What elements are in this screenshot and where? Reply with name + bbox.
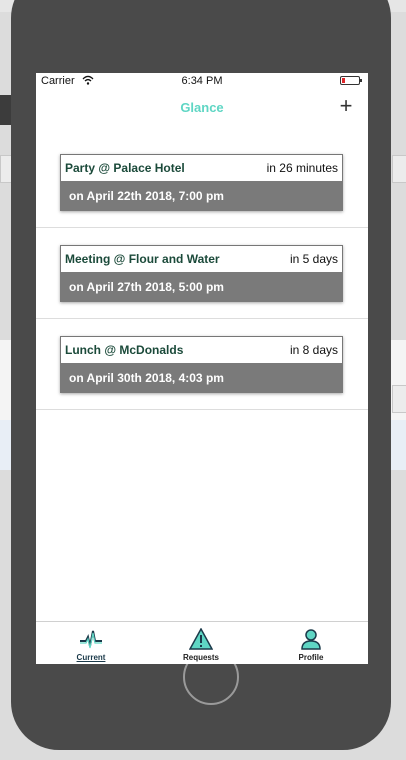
tab-current[interactable]: Current	[36, 622, 146, 664]
tab-label: Current	[76, 653, 106, 662]
event-list: Party @ Palace Hotel in 26 minutes on Ap…	[36, 137, 368, 410]
app-screen: Carrier 6:34 PM Glance + Party @ Palace …	[36, 73, 368, 664]
background-tab	[392, 155, 406, 183]
event-header: Meeting @ Flour and Water in 5 days	[60, 245, 343, 272]
event-title: Meeting @ Flour and Water	[65, 252, 220, 266]
event-eta: in 26 minutes	[266, 161, 338, 175]
status-time: 6:34 PM	[181, 75, 223, 87]
event-card[interactable]: Meeting @ Flour and Water in 5 days on A…	[60, 245, 343, 302]
list-item: Lunch @ McDonalds in 8 days on April 30t…	[36, 319, 368, 410]
status-bar: Carrier 6:34 PM	[36, 73, 368, 89]
battery-icon	[340, 76, 362, 85]
tab-label: Profile	[298, 653, 324, 662]
event-eta: in 8 days	[289, 343, 338, 357]
event-header: Party @ Palace Hotel in 26 minutes	[60, 154, 343, 181]
person-icon	[301, 629, 321, 650]
event-date: on April 27th 2018, 5:00 pm	[60, 272, 343, 302]
list-item: Party @ Palace Hotel in 26 minutes on Ap…	[36, 137, 368, 228]
event-date: on April 30th 2018, 4:03 pm	[60, 363, 343, 393]
event-header: Lunch @ McDonalds in 8 days	[60, 336, 343, 363]
event-date: on April 22th 2018, 7:00 pm	[60, 181, 343, 211]
add-event-button[interactable]: +	[336, 95, 356, 117]
tab-profile[interactable]: Profile	[256, 622, 366, 664]
event-title: Party @ Palace Hotel	[65, 161, 185, 175]
warning-icon	[189, 628, 213, 650]
heartbeat-icon	[80, 630, 102, 649]
tab-label: Requests	[182, 653, 219, 662]
event-eta: in 5 days	[289, 252, 338, 266]
tab-bar: Current Requests Profile	[36, 621, 368, 664]
list-item: Meeting @ Flour and Water in 5 days on A…	[36, 228, 368, 319]
background-tab	[392, 385, 406, 413]
tab-requests[interactable]: Requests	[146, 622, 256, 664]
event-title: Lunch @ McDonalds	[65, 343, 184, 357]
event-card[interactable]: Lunch @ McDonalds in 8 days on April 30t…	[60, 336, 343, 393]
event-card[interactable]: Party @ Palace Hotel in 26 minutes on Ap…	[60, 154, 343, 211]
page-title: Glance	[180, 100, 224, 115]
